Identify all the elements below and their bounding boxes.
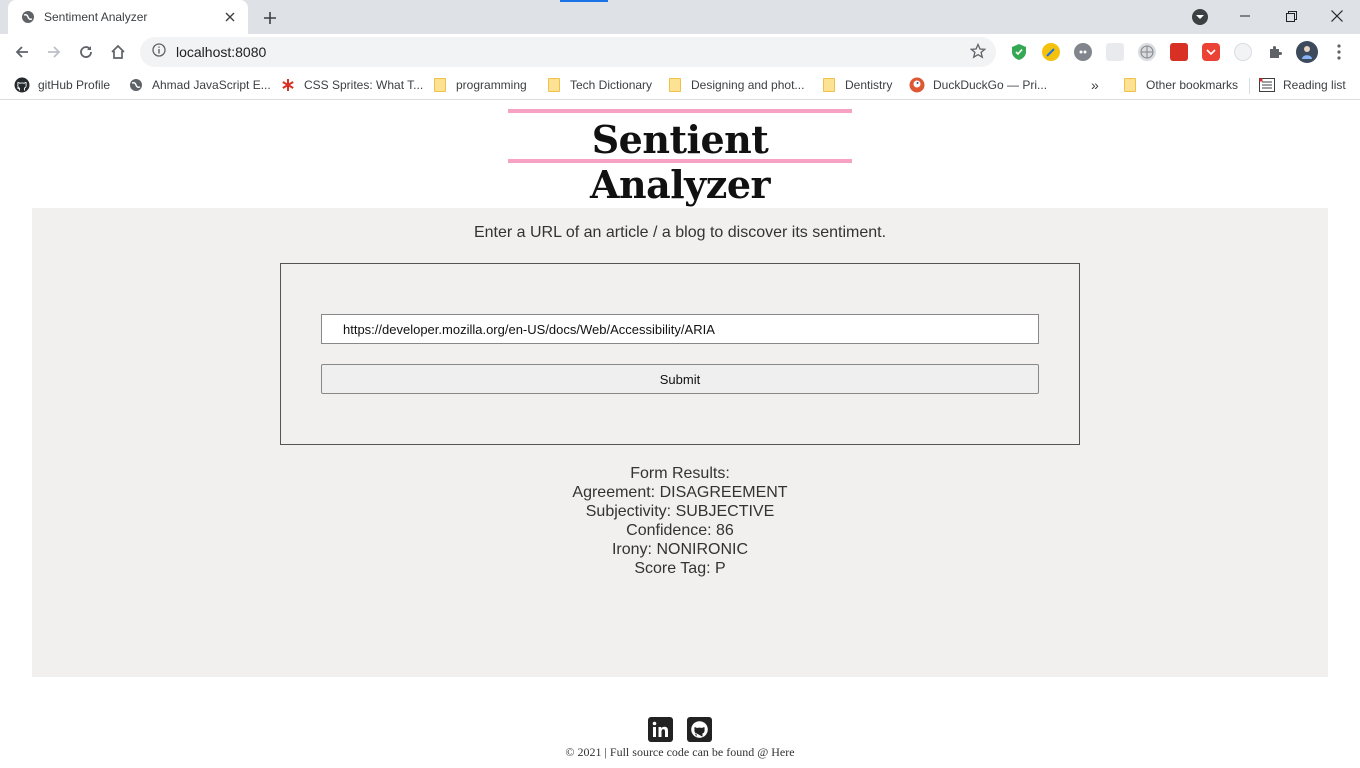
title-block: Sentient Analyzer: [508, 109, 852, 207]
tab-title: Sentiment Analyzer: [44, 10, 148, 24]
restore-button[interactable]: [1268, 0, 1314, 32]
linkedin-icon[interactable]: [648, 717, 673, 742]
bookmarks-bar: gitHub Profile Ahmad JavaScript E... CSS…: [0, 70, 1360, 100]
grid-extension-icon[interactable]: [1106, 43, 1124, 61]
extensions-puzzle-icon[interactable]: [1266, 43, 1284, 61]
minimize-button[interactable]: [1222, 0, 1268, 32]
globe-icon: [20, 9, 36, 25]
github-icon: [14, 77, 30, 93]
bookmark-folder-programming[interactable]: programming: [432, 75, 527, 95]
bookmark-label: Other bookmarks: [1146, 78, 1239, 92]
title-underline: [508, 159, 852, 163]
site-info-icon[interactable]: [152, 42, 166, 62]
bookmark-github-profile[interactable]: gitHub Profile: [14, 75, 110, 95]
bookmark-ahmad-javascript[interactable]: Ahmad JavaScript E...: [128, 75, 271, 95]
folder-icon: [432, 77, 448, 93]
tab-strip: Sentiment Analyzer: [0, 0, 1360, 34]
result-score-tag: Score Tag: P: [634, 560, 726, 577]
bookmark-label: Tech Dictionary: [570, 78, 653, 92]
close-window-button[interactable]: [1314, 0, 1360, 32]
footer-social-links: [648, 717, 712, 743]
bookmark-folder-designing[interactable]: Designing and phot...: [667, 75, 804, 95]
bookmark-folder-dentistry[interactable]: Dentistry: [821, 75, 892, 95]
bookmark-label: Reading list: [1283, 78, 1346, 92]
bookmark-label: Dentistry: [845, 78, 893, 92]
bookmarks-overflow-chevron-icon[interactable]: »: [1091, 75, 1099, 95]
forward-button[interactable]: [40, 38, 68, 66]
close-tab-icon[interactable]: [222, 9, 238, 25]
address-bar[interactable]: localhost:8080: [140, 37, 996, 67]
home-button[interactable]: [104, 38, 132, 66]
reading-list-icon: [1259, 77, 1275, 93]
pencil-extension-icon[interactable]: [1042, 43, 1060, 61]
main-panel: Enter a URL of an article / a blog to di…: [32, 208, 1328, 677]
menu-kebab-icon[interactable]: [1330, 43, 1348, 61]
submit-button[interactable]: Submit: [321, 364, 1039, 394]
url-form: Submit: [280, 263, 1080, 445]
back-button[interactable]: [8, 38, 36, 66]
folder-icon: [1122, 77, 1138, 93]
pocket-extension-icon[interactable]: [1202, 43, 1220, 61]
book-extension-icon[interactable]: [1170, 43, 1188, 61]
bookmark-label: DuckDuckGo — Pri...: [933, 78, 1048, 92]
duckduckgo-icon: [909, 77, 925, 93]
other-bookmarks[interactable]: Other bookmarks: [1122, 75, 1238, 95]
reload-button[interactable]: [72, 38, 100, 66]
globe-extension-icon[interactable]: [1138, 43, 1156, 61]
result-confidence: Confidence: 86: [626, 522, 734, 539]
bookmark-label: programming: [456, 78, 527, 92]
github-icon[interactable]: [687, 717, 712, 742]
result-irony: Irony: NONIRONIC: [611, 541, 748, 558]
reading-list[interactable]: Reading list: [1259, 75, 1346, 95]
folder-icon: [546, 77, 562, 93]
tab-strip-accent: [560, 0, 608, 2]
bookmark-star-icon[interactable]: [969, 42, 987, 64]
page-content: Sentient Analyzer Enter a URL of an arti…: [0, 101, 1360, 768]
globe-icon: [128, 77, 144, 93]
dial-extension-icon[interactable]: [1234, 43, 1252, 61]
results-heading: Form Results:: [630, 465, 730, 482]
shield-extension-icon[interactable]: [1010, 43, 1028, 61]
bookmark-folder-tech-dictionary[interactable]: Tech Dictionary: [546, 75, 652, 95]
bookmark-label: gitHub Profile: [38, 78, 111, 92]
url-input[interactable]: [321, 314, 1039, 344]
bookmark-label: Designing and phot...: [691, 78, 805, 92]
profile-avatar[interactable]: [1296, 41, 1318, 63]
address-url: localhost:8080: [176, 44, 267, 60]
bookmarks-divider: [1249, 78, 1250, 94]
bookmark-label: Ahmad JavaScript E...: [152, 78, 271, 92]
mask-extension-icon[interactable]: [1074, 43, 1092, 61]
instruction-text: Enter a URL of an article / a blog to di…: [473, 224, 887, 241]
asterisk-icon: [280, 77, 296, 93]
bookmark-label: CSS Sprites: What T...: [304, 78, 424, 92]
bookmark-duckduckgo[interactable]: DuckDuckGo — Pri...: [909, 75, 1047, 95]
tab-search-icon[interactable]: [1192, 9, 1208, 25]
browser-toolbar: localhost:8080: [0, 34, 1360, 70]
active-tab[interactable]: Sentiment Analyzer: [8, 0, 248, 34]
result-agreement: Agreement: DISAGREEMENT: [572, 484, 788, 501]
new-tab-button[interactable]: [258, 6, 282, 30]
form-results: Form Results: Agreement: DISAGREEMENT Su…: [32, 464, 1328, 578]
folder-icon: [667, 77, 683, 93]
result-subjectivity: Subjectivity: SUBJECTIVE: [585, 503, 775, 520]
bookmark-css-sprites[interactable]: CSS Sprites: What T...: [280, 75, 423, 95]
folder-icon: [821, 77, 837, 93]
footer-copyright: © 2021 | Full source code can be found @…: [565, 745, 795, 759]
